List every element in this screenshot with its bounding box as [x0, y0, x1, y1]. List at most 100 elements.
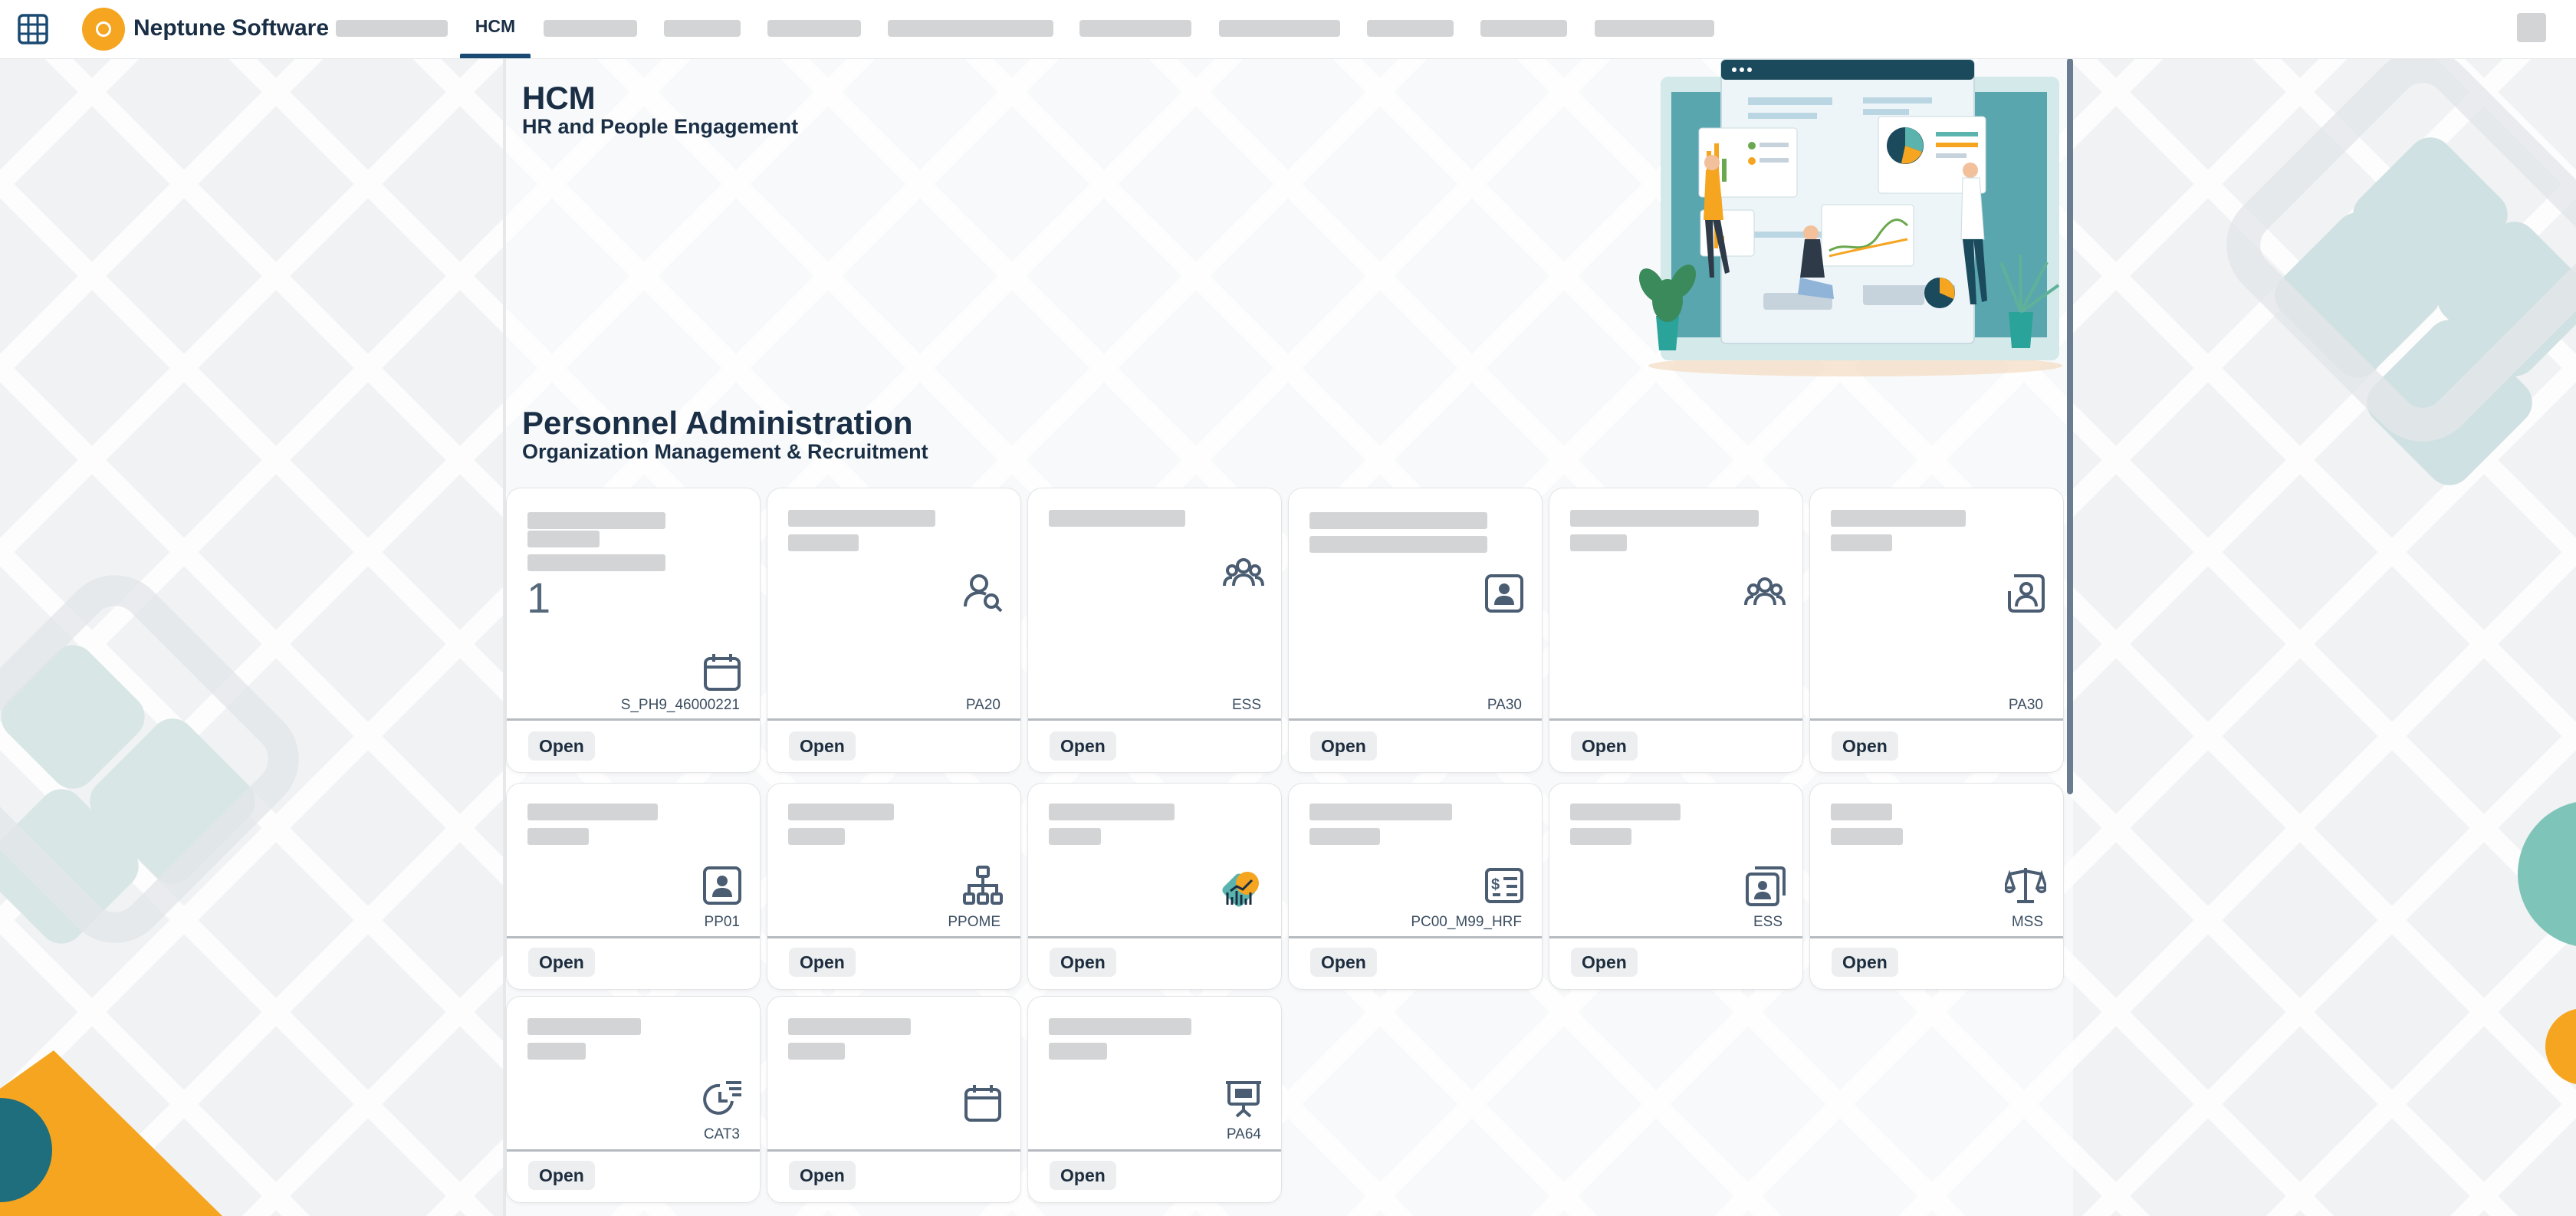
tile-code: ESS: [1753, 914, 1783, 930]
tile-code: PA30: [1487, 697, 1522, 713]
presentation-icon: [1223, 1078, 1264, 1119]
tab-11[interactable]: [1595, 0, 1714, 58]
tile-title-placeholder: [1049, 804, 1175, 820]
open-button[interactable]: Open: [1310, 731, 1377, 761]
tile-title-placeholder: [1570, 828, 1631, 845]
tile-title-placeholder: [527, 512, 665, 529]
open-button[interactable]: Open: [1832, 731, 1898, 761]
tab-hcm[interactable]: HCM: [460, 0, 531, 58]
tab-6[interactable]: [888, 0, 1053, 58]
section-title: Personnel Administration: [522, 405, 913, 441]
open-button[interactable]: Open: [789, 731, 856, 761]
open-button[interactable]: Open: [789, 948, 856, 977]
tile-7[interactable]: PP01 Open: [507, 784, 760, 989]
neptune-logo-icon[interactable]: [82, 8, 125, 51]
open-button[interactable]: Open: [528, 731, 595, 761]
tab-label-placeholder: [1480, 20, 1567, 37]
tile-code: PPOME: [948, 914, 1001, 930]
open-button[interactable]: Open: [1050, 731, 1116, 761]
tile-title-placeholder: [1570, 804, 1681, 820]
open-button[interactable]: Open: [1310, 948, 1377, 977]
open-button[interactable]: Open: [1571, 731, 1638, 761]
calendar-icon: [962, 1083, 1004, 1124]
tab-7[interactable]: [1079, 0, 1191, 58]
hr-team-illustration: [1638, 59, 2062, 376]
tile-title-placeholder: [527, 1018, 641, 1035]
tile-8[interactable]: PPOME Open: [767, 784, 1020, 989]
tab-5[interactable]: [767, 0, 861, 58]
tile-separator: [767, 718, 1020, 721]
employee-lookup-icon: [962, 572, 1004, 613]
tab-3[interactable]: [544, 0, 637, 58]
tile-kpi-number: 1: [527, 573, 551, 622]
tab-label-placeholder: [767, 20, 861, 37]
org-chart-icon: [962, 865, 1004, 906]
tile-10[interactable]: $ PC00_M99_HRF Open: [1289, 784, 1542, 989]
tile-9[interactable]: Open: [1028, 784, 1281, 989]
tile-12[interactable]: MSS Open: [1810, 784, 2063, 989]
tile-title-placeholder: [1049, 1018, 1191, 1035]
tile-title-placeholder: [788, 510, 935, 527]
tile-code: PA30: [2008, 697, 2043, 713]
tile-separator: [507, 718, 760, 721]
shell-header: Neptune Software HCM: [0, 0, 2576, 58]
tile-title-placeholder: [527, 1043, 586, 1060]
contact-card-icon: [702, 865, 743, 906]
tile-6[interactable]: PA30 Open: [1810, 488, 2063, 772]
tile-5[interactable]: Open: [1549, 488, 1802, 772]
tile-separator: [1549, 718, 1802, 721]
tile-separator: [767, 936, 1020, 938]
tile-code: PA64: [1226, 1126, 1261, 1142]
tab-label-placeholder: [1367, 20, 1454, 37]
contact-card-icon: [1484, 573, 1525, 614]
tile-title-placeholder: [1831, 510, 1966, 527]
tab-label-placeholder: [1219, 20, 1340, 37]
panel-border: [503, 58, 506, 1216]
tile-title-placeholder: [1831, 804, 1892, 820]
open-button[interactable]: Open: [528, 948, 595, 977]
tile-title-placeholder: [1049, 828, 1101, 845]
brand-name: Neptune Software: [133, 15, 330, 41]
tile-title-placeholder: [1309, 512, 1487, 529]
user-avatar[interactable]: [2517, 13, 2546, 42]
open-button[interactable]: Open: [1050, 948, 1116, 977]
tile-title-placeholder: [1831, 828, 1903, 845]
open-button[interactable]: Open: [1050, 1161, 1116, 1190]
tile-title-placeholder: [1570, 510, 1759, 527]
tile-subtitle-placeholder: [527, 554, 665, 571]
analytics-badge-icon: [1220, 869, 1261, 911]
tile-code: PC00_M99_HRF: [1411, 914, 1522, 930]
tab-4[interactable]: [664, 0, 741, 58]
tile-3[interactable]: ESS Open: [1028, 488, 1281, 772]
tile-title-placeholder: [1049, 510, 1185, 527]
tab-8[interactable]: [1219, 0, 1340, 58]
tile-title-placeholder: [527, 531, 600, 547]
open-button[interactable]: Open: [789, 1161, 856, 1190]
tile-separator: [1028, 936, 1281, 938]
tile-13[interactable]: CAT3 Open: [507, 997, 760, 1202]
open-button[interactable]: Open: [1571, 948, 1638, 977]
tile-14[interactable]: Open: [767, 997, 1020, 1202]
tab-1[interactable]: [336, 0, 448, 58]
tile-title-placeholder: [527, 804, 658, 820]
tile-11[interactable]: ESS Open: [1549, 784, 1802, 989]
tile-title-placeholder: [1570, 534, 1627, 551]
tile-title-placeholder: [1309, 828, 1380, 845]
open-button[interactable]: Open: [1832, 948, 1898, 977]
tile-code: CAT3: [703, 1126, 740, 1142]
tile-1[interactable]: 1 S_PH9_46000221 Open: [507, 488, 760, 772]
person-placeholder-icon: [2005, 573, 2046, 614]
tab-label-placeholder: [336, 20, 448, 37]
tile-4[interactable]: PA30 Open: [1289, 488, 1542, 772]
grid-icon[interactable]: [17, 13, 49, 45]
calendar-icon: [702, 652, 743, 693]
tile-2[interactable]: PA20 Open: [767, 488, 1020, 772]
tile-separator: [507, 936, 760, 938]
tile-code: S_PH9_46000221: [620, 697, 740, 713]
tab-label-placeholder: [888, 20, 1053, 37]
tile-15[interactable]: PA64 Open: [1028, 997, 1281, 1202]
tile-title-placeholder: [527, 828, 589, 845]
open-button[interactable]: Open: [528, 1161, 595, 1190]
tab-9[interactable]: [1367, 0, 1454, 58]
tab-10[interactable]: [1480, 0, 1567, 58]
